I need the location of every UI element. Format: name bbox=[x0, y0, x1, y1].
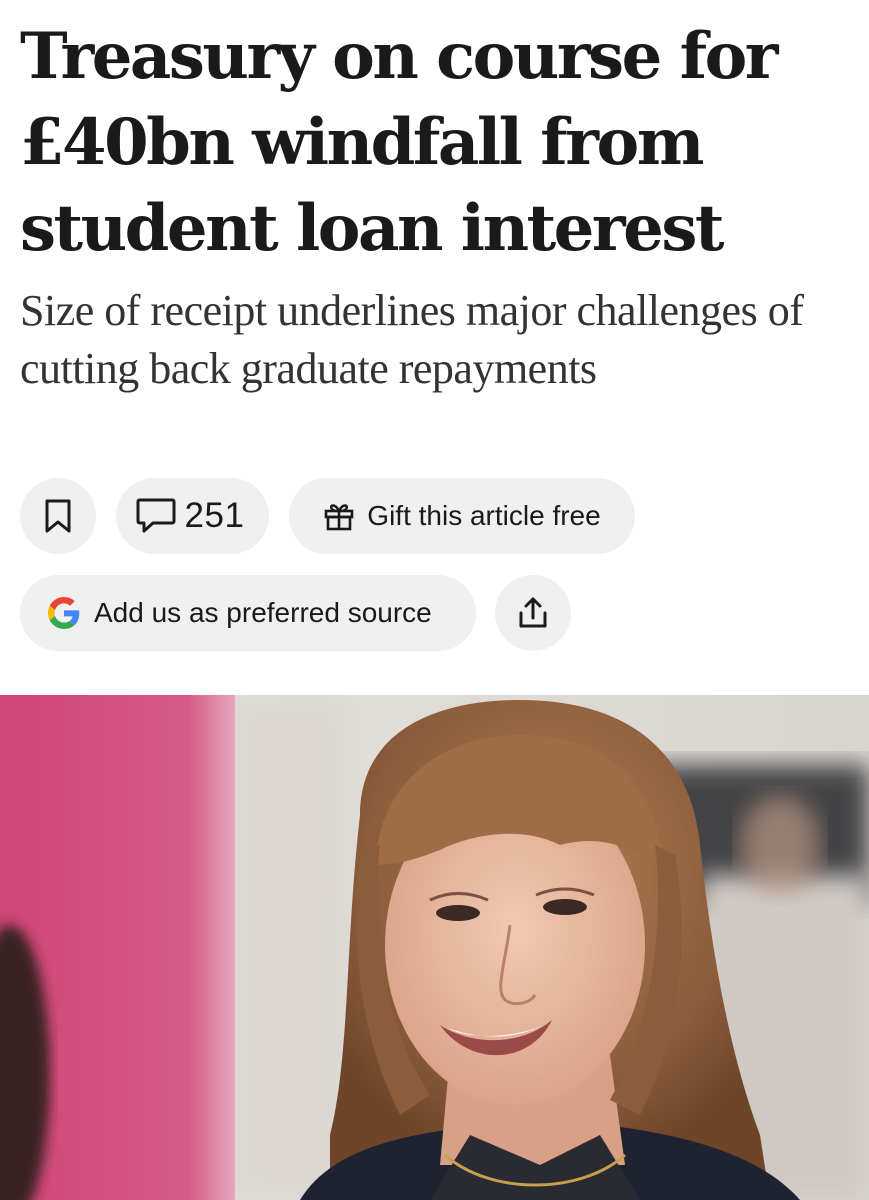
save-button[interactable] bbox=[20, 478, 96, 554]
share-icon bbox=[515, 595, 551, 631]
preferred-source-label: Add us as preferred source bbox=[94, 597, 432, 628]
article: Treasury on course for £40bn windfall fr… bbox=[0, 0, 869, 1200]
comments-button[interactable]: 251 bbox=[116, 478, 269, 554]
share-button[interactable] bbox=[495, 575, 571, 651]
speech-bubble-icon bbox=[135, 497, 177, 535]
preferred-source-button[interactable]: Add us as preferred source bbox=[20, 575, 476, 651]
bookmark-icon bbox=[42, 498, 74, 534]
google-g-icon bbox=[48, 597, 80, 629]
gift-article-label: Gift this article free bbox=[367, 500, 601, 531]
headline: Treasury on course for £40bn windfall fr… bbox=[20, 19, 779, 266]
gift-article-button[interactable]: Gift this article free bbox=[289, 478, 635, 554]
comments-count: 251 bbox=[184, 496, 245, 535]
standfirst: Size of receipt underlines major challen… bbox=[20, 286, 804, 393]
gift-icon bbox=[323, 500, 355, 532]
hero-photo[interactable] bbox=[0, 695, 869, 1200]
hero-photo-illustration bbox=[0, 695, 869, 1200]
